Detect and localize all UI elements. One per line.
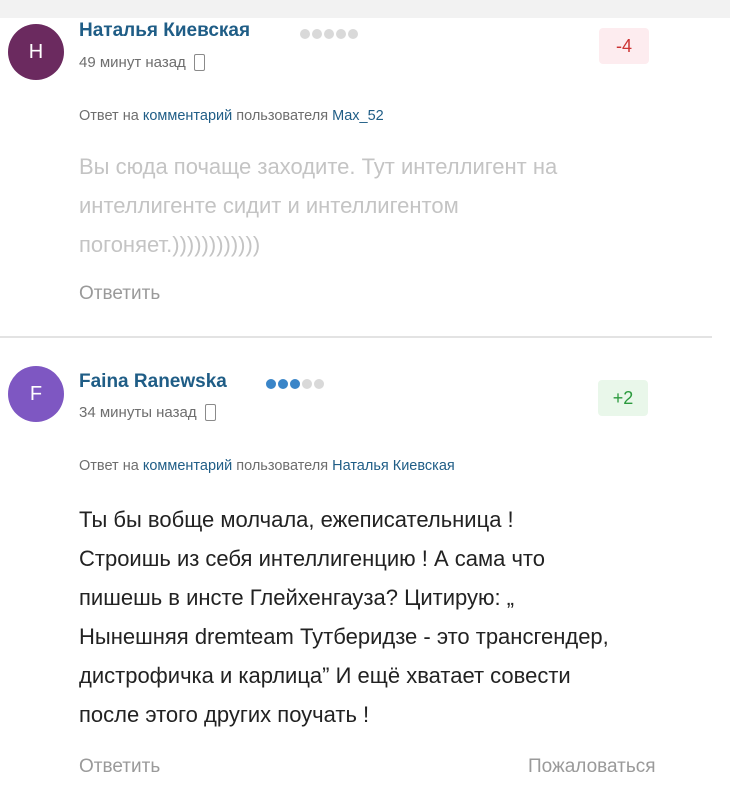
rank-dot xyxy=(324,29,334,39)
comment: H Наталья Киевская 49 минут назад -4 Отв… xyxy=(0,18,730,336)
author-name[interactable]: Faina Ranewska xyxy=(79,371,227,393)
rank-dot xyxy=(300,29,310,39)
rank-dot xyxy=(278,379,288,389)
rank-dot xyxy=(266,379,276,389)
reply-to-line: Ответ на комментарий пользователя Max_52 xyxy=(79,108,384,124)
rank-dot xyxy=(312,29,322,39)
avatar-letter: F xyxy=(29,382,43,405)
reply-comment-link[interactable]: комментарий xyxy=(143,458,232,474)
comment-text-line: дистрофичка и карлица” И ещё хватает сов… xyxy=(79,663,571,688)
author-name[interactable]: Наталья Киевская xyxy=(79,20,250,42)
rank-dots xyxy=(300,29,358,39)
comment-text: Ты бы вобще молчала, ежеписательница ! С… xyxy=(79,500,719,734)
mobile-icon xyxy=(193,54,205,71)
rank-dot xyxy=(336,29,346,39)
comment-text-line: Нынешняя dremteam Тутберидзе - это транс… xyxy=(79,624,609,649)
rank-dot xyxy=(290,379,300,389)
reply-prefix: Ответ на xyxy=(79,108,139,124)
reply-prefix: Ответ на xyxy=(79,458,139,474)
comment-text-line: интеллигенте сидит и интеллигентом xyxy=(79,193,459,218)
comment-text-line: после этого других поучать ! xyxy=(79,702,370,727)
rank-dots xyxy=(266,379,324,389)
rank-dot xyxy=(348,29,358,39)
rank-dot xyxy=(314,379,324,389)
comment-time: 49 минут назад xyxy=(79,54,205,71)
reply-mid: пользователя xyxy=(236,458,329,474)
avatar[interactable]: H xyxy=(8,24,64,80)
comment-text-line: Строишь из себя интеллигенцию ! А сама ч… xyxy=(79,546,545,571)
comment-text-line: Ты бы вобще молчала, ежеписательница ! xyxy=(79,507,514,532)
top-bar xyxy=(0,0,730,18)
reply-user-link[interactable]: Наталья Киевская xyxy=(332,458,455,474)
reply-button[interactable]: Ответить xyxy=(79,756,160,778)
comment-text-line: пишешь в инсте Глейхенгауза? Цитирую: „ xyxy=(79,585,515,610)
comment-text-line: погоняет.)))))))))))) xyxy=(79,232,261,257)
time-text: 34 минуты назад xyxy=(79,404,197,421)
reply-comment-link[interactable]: комментарий xyxy=(143,108,232,124)
rating-badge[interactable]: +2 xyxy=(598,380,648,416)
rank-dot xyxy=(302,379,312,389)
comment-text-line: Вы сюда почаще заходите. Тут интеллигент… xyxy=(79,154,558,179)
time-text: 49 минут назад xyxy=(79,54,186,71)
avatar[interactable]: F xyxy=(8,366,64,422)
reply-mid: пользователя xyxy=(236,108,329,124)
mobile-icon xyxy=(204,404,216,421)
rating-badge[interactable]: -4 xyxy=(599,28,649,64)
comment: F Faina Ranewska 34 минуты назад +2 Отве… xyxy=(0,338,730,794)
reply-to-line: Ответ на комментарий пользователя Наталь… xyxy=(79,458,455,474)
comment-time: 34 минуты назад xyxy=(79,404,216,421)
reply-user-link[interactable]: Max_52 xyxy=(332,108,384,124)
report-button[interactable]: Пожаловаться xyxy=(528,756,656,778)
reply-button[interactable]: Ответить xyxy=(79,283,160,305)
avatar-letter: H xyxy=(28,40,44,63)
comment-text: Вы сюда почаще заходите. Тут интеллигент… xyxy=(79,147,719,264)
